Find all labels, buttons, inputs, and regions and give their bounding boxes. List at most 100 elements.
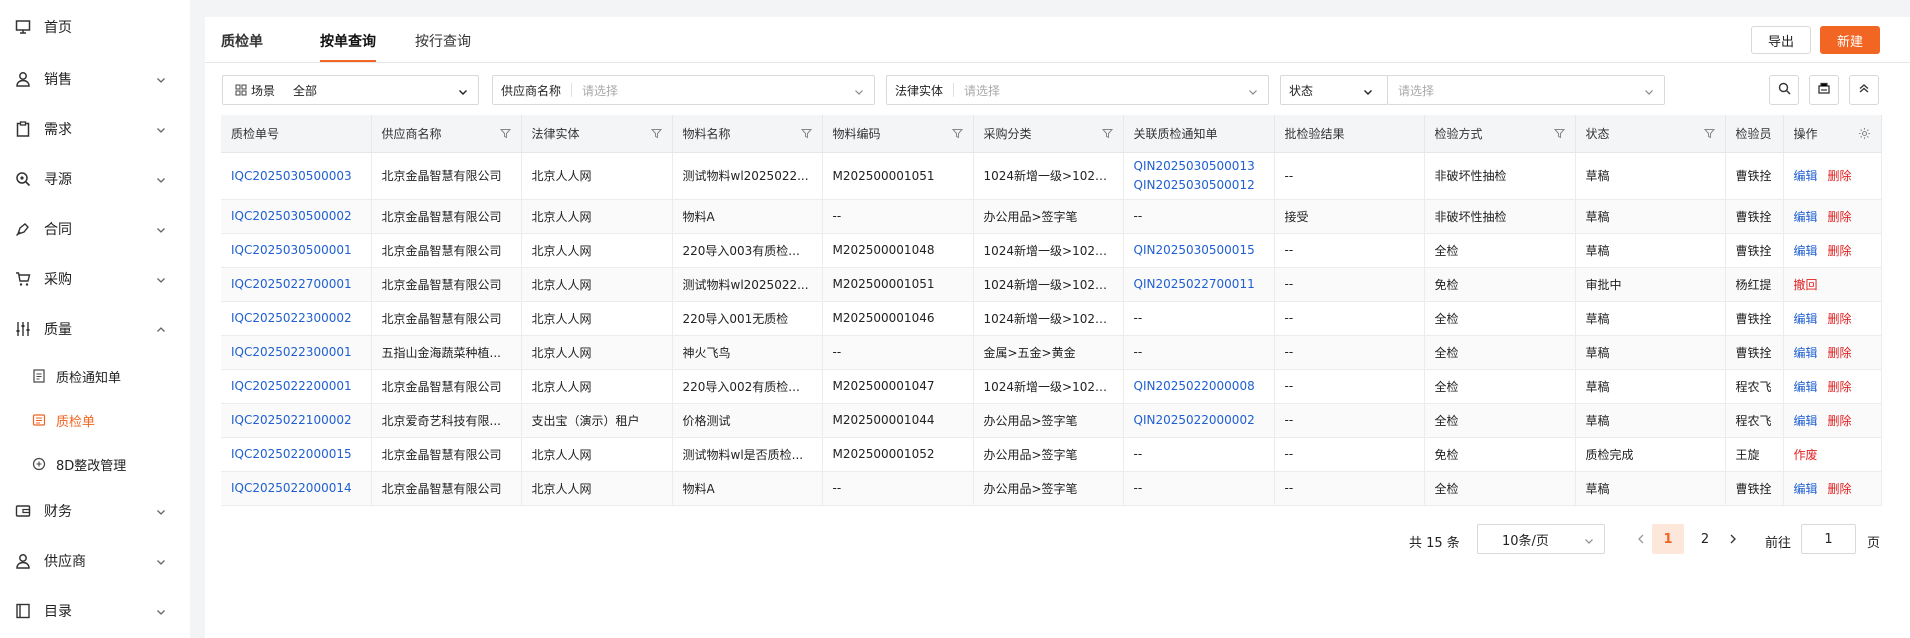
table-row: IQC2025022000014 北京金晶智慧有限公司 北京人人网 物料A -- 办公用品… [221,471,1882,506]
sidebar-item-purchase[interactable]: 采购 [0,254,190,304]
filter-icon[interactable] [1703,128,1715,139]
filter-bar: 场景 全部 供应商名称 请选择 法律实体 请选择 状态 请选择 [205,75,1910,109]
edit-button[interactable]: 编辑 [1794,482,1818,496]
filter-icon[interactable] [1553,128,1565,139]
tab-qc-order-title[interactable]: 质检单 [221,31,263,51]
qc-order-link[interactable]: IQC2025022700001 [221,267,372,302]
scene-select[interactable]: 场景 全部 [222,75,479,105]
qc-order-link[interactable]: IQC2025022000015 [221,437,372,472]
sidebar-item-sourcing[interactable]: 寻源 [0,154,190,204]
action-button[interactable]: 删除 [1828,414,1852,428]
page-1-button[interactable]: 1 [1652,524,1684,554]
action-button[interactable]: 删除 [1828,482,1852,496]
edit-button[interactable]: 编辑 [1794,312,1818,326]
filter-icon[interactable] [650,128,662,139]
filter-icon[interactable] [800,128,812,139]
action-button[interactable]: 删除 [1828,169,1852,183]
tab-query-by-line[interactable]: 按行查询 [415,31,471,51]
col-header-entity[interactable]: 法律实体 [521,115,673,153]
page-2-button[interactable]: 2 [1689,524,1721,554]
qc-notice-link[interactable]: QIN2025022700011 [1134,275,1264,294]
new-button[interactable]: 新建 [1820,26,1880,54]
page-size-select[interactable]: 10条/页 [1477,524,1605,554]
qc-order-link[interactable]: IQC2025030500003 [221,152,372,200]
chevron-down-icon [156,74,166,84]
prev-page-button[interactable] [1635,532,1647,546]
status-filter-label: 状态 [1289,83,1314,98]
sidebar-item-supplier[interactable]: 供应商 [0,536,190,586]
edit-button[interactable]: 编辑 [1794,414,1818,428]
next-page-button[interactable] [1727,532,1739,546]
action-button[interactable]: 删除 [1828,380,1852,394]
qc-order-link[interactable]: IQC2025022200001 [221,369,372,404]
qc-order-link[interactable]: IQC2025022300001 [221,335,372,370]
tab-query-by-order[interactable]: 按单查询 [320,31,376,62]
cell-method: 全检 [1424,301,1576,336]
sidebar-item-catalog[interactable]: 目录 [0,586,190,636]
col-header-method[interactable]: 检验方式 [1424,115,1576,153]
col-header-supplier[interactable]: 供应商名称 [371,115,522,153]
qc-order-link[interactable]: IQC2025030500001 [221,233,372,268]
qc-order-link[interactable]: IQC2025030500002 [221,199,372,234]
edit-button[interactable]: 编辑 [1794,346,1818,360]
cell-method: 全检 [1424,233,1576,268]
monitor-icon [14,18,32,36]
sidebar-sub-item-qc-order[interactable]: 质检单 [0,398,190,442]
sidebar-item-label: 采购 [44,272,72,288]
qc-notice-link[interactable]: QIN2025030500015 [1134,241,1264,260]
qc-notice-link[interactable]: QIN2025030500013 [1134,157,1264,176]
sidebar-item-label: 首页 [44,20,72,36]
qc-order-link[interactable]: IQC2025022100002 [221,403,372,438]
clear-button[interactable] [1809,75,1839,105]
qc-notice-link[interactable]: QIN2025022000002 [1134,411,1264,430]
entity-filter[interactable]: 法律实体 请选择 [886,75,1269,105]
sidebar-item-demand[interactable]: 需求 [0,104,190,154]
sidebar-item-contract[interactable]: 合同 [0,204,190,254]
action-button[interactable]: 删除 [1828,312,1852,326]
col-header-status[interactable]: 状态 [1575,115,1726,153]
entity-filter-placeholder: 请选择 [964,83,1001,98]
action-button[interactable]: 作废 [1794,448,1818,462]
sidebar-sub-item-8d[interactable]: 8D整改管理 [0,442,190,486]
cell-inspector: 程农飞 [1725,369,1784,404]
action-button[interactable]: 删除 [1828,244,1852,258]
qc-order-link[interactable]: IQC2025022000014 [221,471,372,506]
qc-notice-link[interactable]: QIN2025030500012 [1134,176,1264,195]
gear-icon[interactable] [1858,127,1871,140]
action-button[interactable]: 撤回 [1794,278,1818,292]
search-button[interactable] [1769,75,1799,105]
col-header-category[interactable]: 采购分类 [973,115,1124,153]
action-button[interactable]: 删除 [1828,346,1852,360]
edit-button[interactable]: 编辑 [1794,210,1818,224]
filter-icon[interactable] [1101,128,1113,139]
chevron-down-icon [854,86,864,96]
collapse-button[interactable] [1849,75,1879,105]
sidebar-item-quality[interactable]: 质量 [0,304,190,354]
goto-page-input[interactable] [1801,524,1856,554]
col-header-inspector: 检验员 [1725,115,1784,153]
cell-ops: 编辑 删除 [1782,199,1882,234]
col-header-material[interactable]: 物料名称 [672,115,823,153]
action-button[interactable]: 删除 [1828,210,1852,224]
cell-status: 草稿 [1575,335,1726,370]
table-row: IQC2025022100002 北京爱奇艺科技有限... 支出宝（演示）租户 价格测… [221,403,1882,438]
qc-notice-link[interactable]: QIN2025022000008 [1134,377,1264,396]
filter-icon[interactable] [499,128,511,139]
sidebar-item-finance[interactable]: 财务 [0,486,190,536]
qc-order-link[interactable]: IQC2025022300002 [221,301,372,336]
status-filter[interactable]: 请选择 [1387,75,1665,105]
supplier-filter[interactable]: 供应商名称 请选择 [492,75,875,105]
sidebar-item-home[interactable]: 首页 [0,0,190,54]
status-field-select[interactable]: 状态 [1280,75,1388,105]
edit-button[interactable]: 编辑 [1794,244,1818,258]
edit-button[interactable]: 编辑 [1794,169,1818,183]
edit-button[interactable]: 编辑 [1794,380,1818,394]
user-icon [14,552,32,570]
header-label: 物料编码 [832,126,881,141]
sidebar-item-sales[interactable]: 销售 [0,54,190,104]
sidebar-sub-item-qc-notice[interactable]: 质检通知单 [0,354,190,398]
divider [953,83,955,97]
col-header-code[interactable]: 物料编码 [822,115,974,153]
filter-icon[interactable] [951,128,963,139]
export-button[interactable]: 导出 [1751,26,1811,54]
